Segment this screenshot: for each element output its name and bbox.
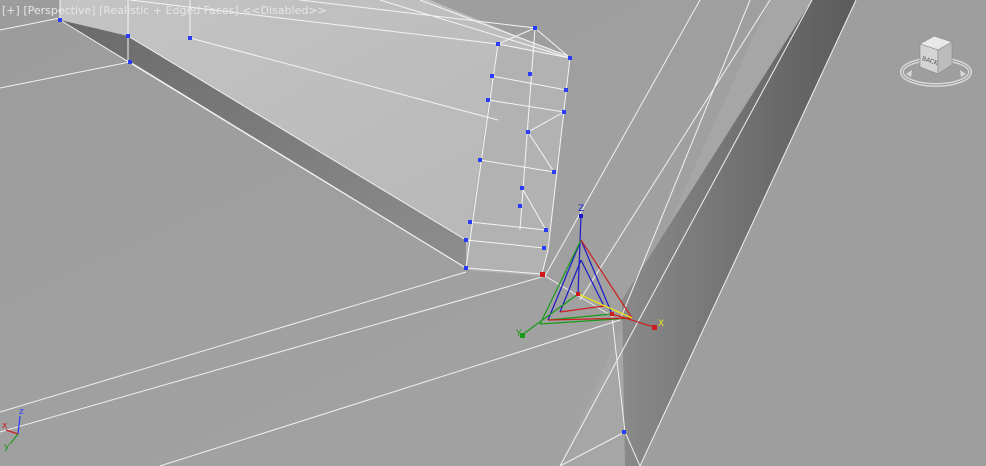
world-axis-tripod: z x y <box>2 407 24 452</box>
gizmo-x-handle[interactable] <box>652 325 657 330</box>
scene-canvas[interactable]: Z Y X <box>0 0 986 466</box>
perspective-viewport[interactable]: Z Y X [+] [Perspective] [Realistic + Edg… <box>0 0 986 466</box>
gizmo-plane-handle[interactable] <box>610 312 614 316</box>
viewcube[interactable]: BACK <box>898 30 974 94</box>
gizmo-z-handle[interactable] <box>579 214 583 218</box>
viewport-status-text[interactable]: <<Disabled>> <box>242 4 327 17</box>
tripod-y-line <box>9 433 19 445</box>
viewport-view-menu[interactable]: [Perspective] <box>23 4 95 17</box>
tripod-z-line <box>17 415 21 435</box>
tripod-x-line <box>5 429 19 435</box>
viewport-label: [+] [Perspective] [Realistic + Edged Fac… <box>2 4 327 17</box>
tripod-x-label: x <box>2 421 8 431</box>
gizmo-x-label: X <box>658 319 664 329</box>
gizmo-y-label: Y <box>515 329 522 339</box>
viewcube-arrow-left-icon[interactable] <box>906 70 912 77</box>
tripod-z-label: z <box>19 407 24 417</box>
gizmo-center[interactable] <box>576 292 580 296</box>
viewcube-arrow-right-icon[interactable] <box>960 70 966 77</box>
selected-vertex[interactable] <box>540 272 545 277</box>
viewport-shading-menu[interactable]: [Realistic + Edged Faces] <box>99 4 238 17</box>
tripod-y-label: y <box>4 442 10 452</box>
gizmo-z-label: Z <box>578 204 584 214</box>
viewport-menu-plus[interactable]: [+] <box>2 4 20 17</box>
